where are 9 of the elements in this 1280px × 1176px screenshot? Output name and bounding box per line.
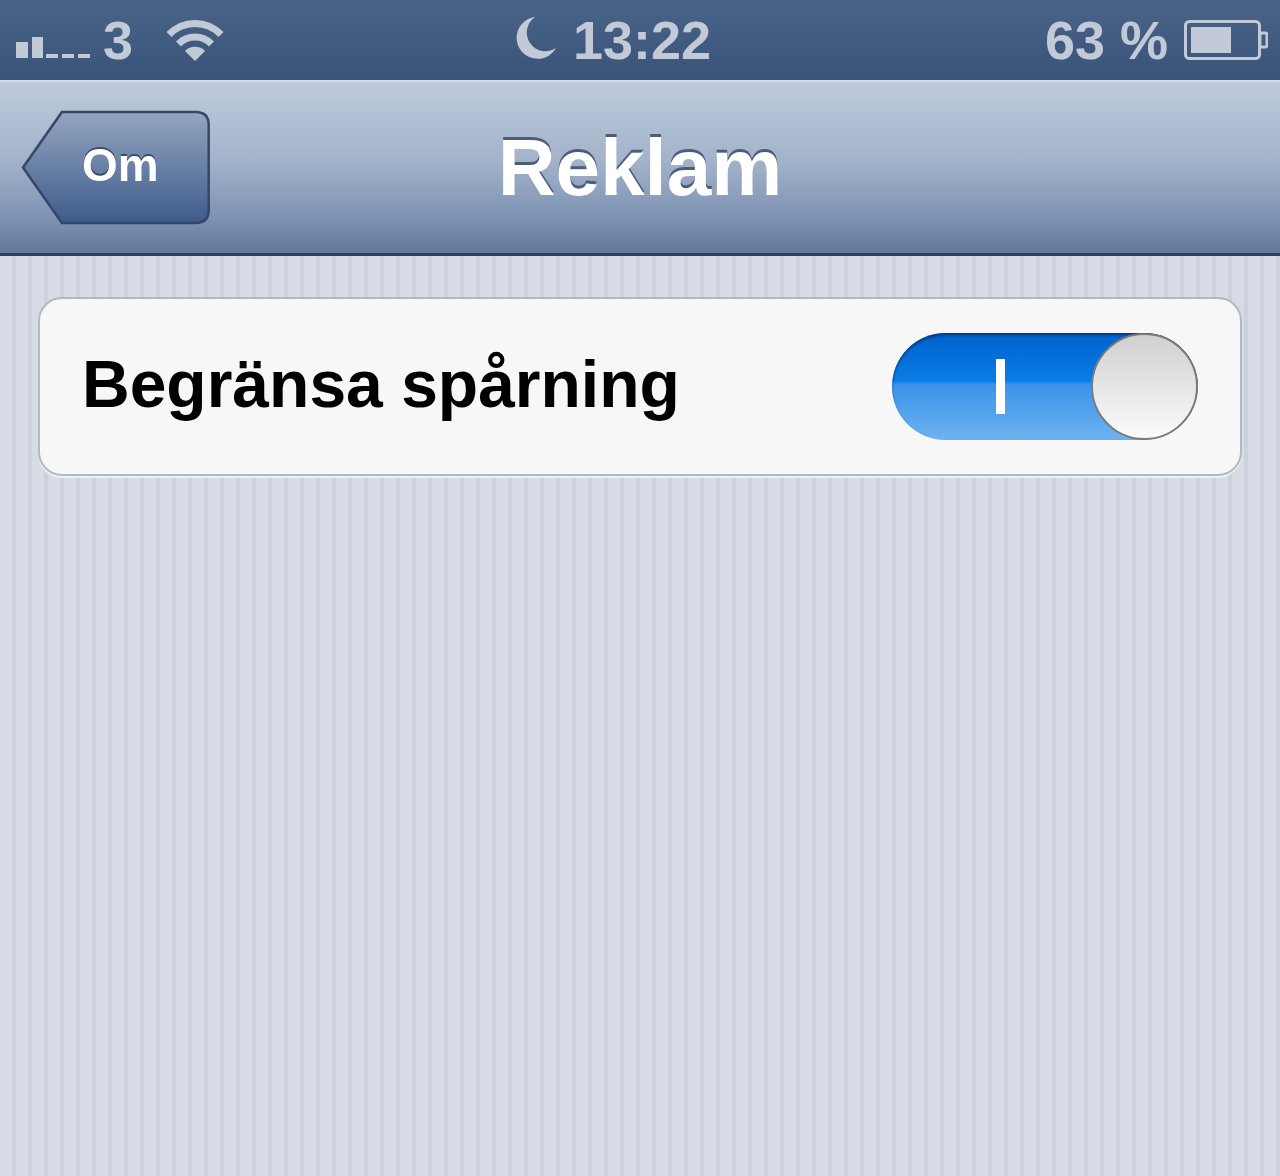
setting-label: Begränsa spårning	[82, 350, 680, 423]
vertical-bar-icon	[996, 359, 1005, 414]
signal-strength-icon	[16, 36, 92, 58]
back-button[interactable]: Om	[20, 108, 211, 226]
battery-percentage: 63 %	[1044, 13, 1168, 67]
clock-time: 13:22	[572, 13, 712, 67]
battery-icon	[1184, 20, 1268, 60]
carrier-name: 3	[103, 13, 134, 67]
screen-title: Reklam	[497, 127, 783, 208]
